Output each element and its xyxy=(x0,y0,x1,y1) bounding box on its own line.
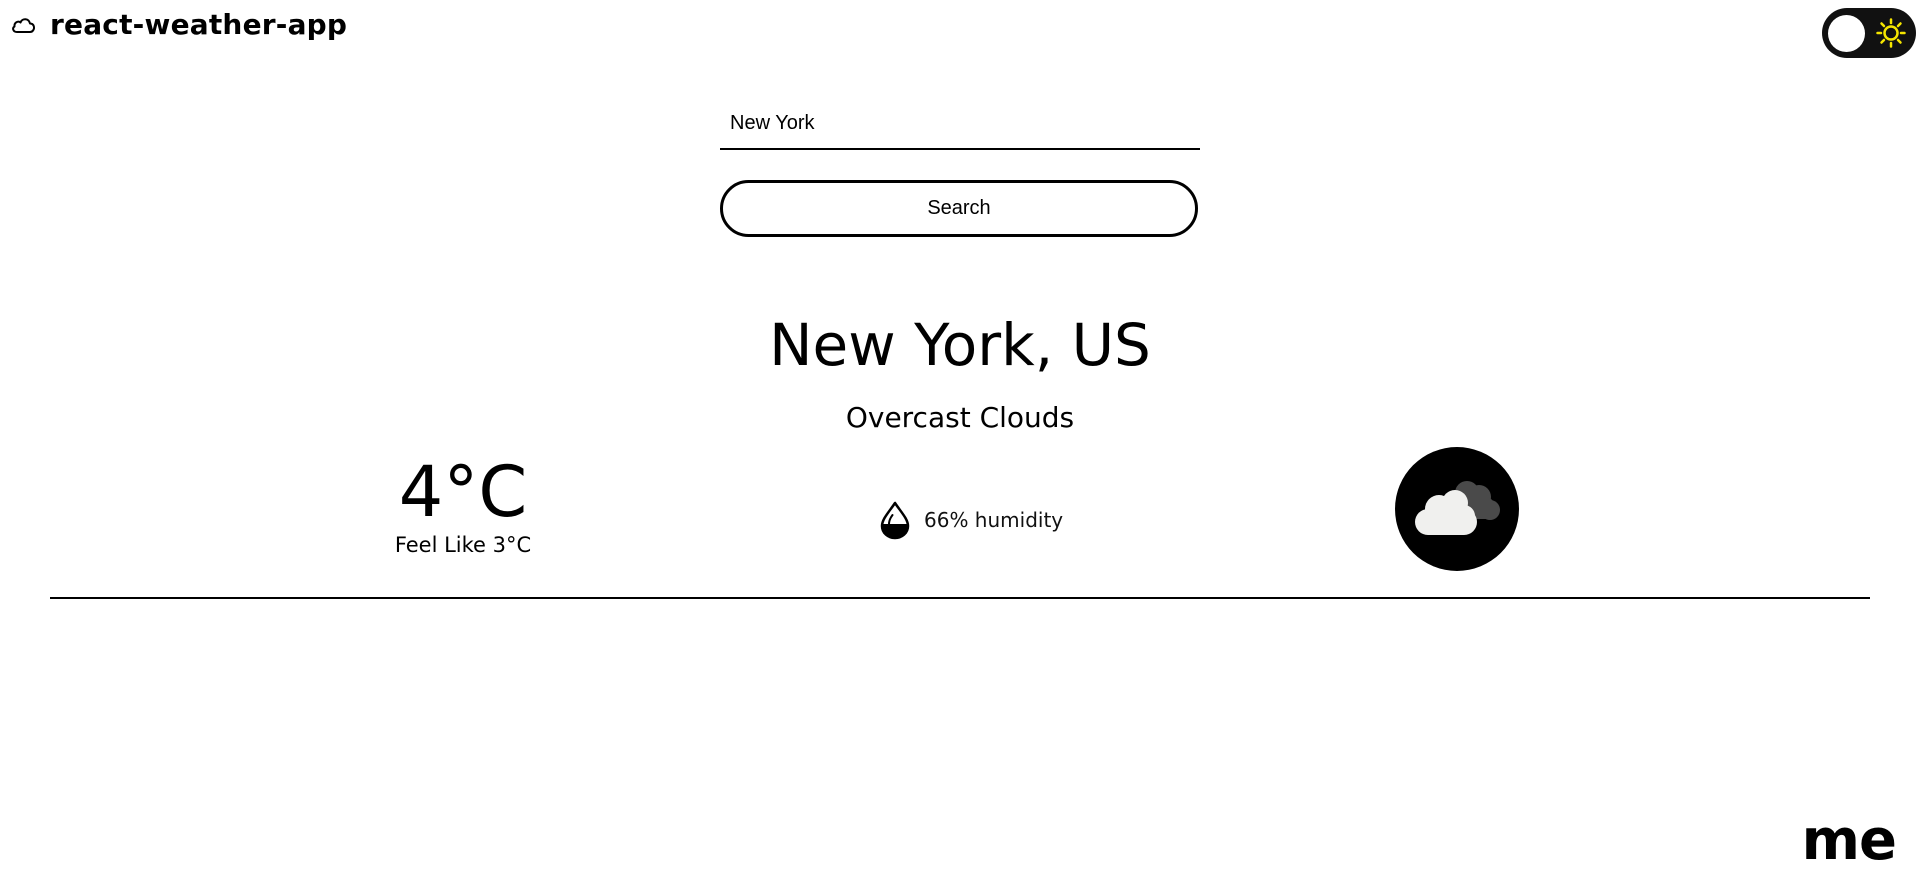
feels-like-text: Feel Like 3°C xyxy=(394,533,532,557)
temperature-value: 4°C xyxy=(398,451,528,533)
app-header: react-weather-app xyxy=(10,8,347,41)
weather-condition: Overcast Clouds xyxy=(845,401,1075,434)
weather-app-page: react-weather-app Search Ne xyxy=(0,0,1920,882)
overcast-clouds-icon xyxy=(1395,447,1519,571)
water-drop-icon xyxy=(878,500,912,540)
theme-toggle[interactable] xyxy=(1822,8,1916,58)
divider xyxy=(50,597,1870,599)
sun-icon xyxy=(1876,18,1906,48)
city-name: New York, US xyxy=(769,311,1151,379)
search-form: Search xyxy=(720,100,1200,237)
search-input[interactable] xyxy=(720,100,1200,150)
humidity-info: 66% humidity xyxy=(878,500,1063,540)
humidity-text: 66% humidity xyxy=(924,508,1064,532)
toggle-knob[interactable] xyxy=(1828,15,1865,52)
cloud-icon xyxy=(10,14,38,36)
search-button[interactable]: Search xyxy=(720,180,1198,237)
footer-mark: me xyxy=(1801,808,1897,873)
app-title: react-weather-app xyxy=(50,8,348,41)
temperature-block: 4°C Feel Like 3°C xyxy=(363,450,563,560)
